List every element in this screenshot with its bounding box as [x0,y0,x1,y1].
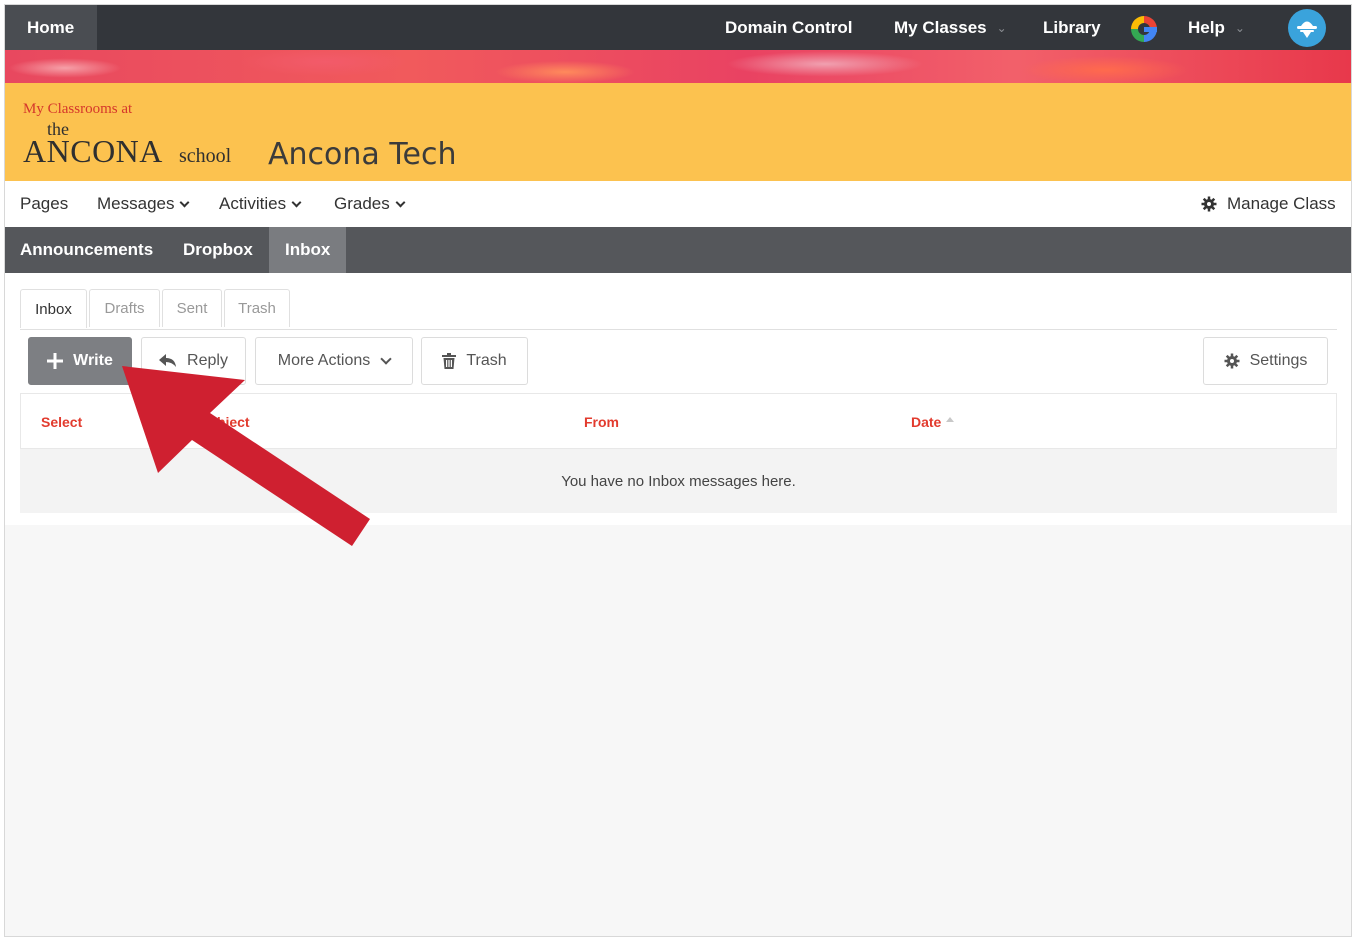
chevron-down-icon [395,197,406,207]
my-classes-menu[interactable]: My Classes ⌄ [894,5,1007,50]
class-title[interactable]: Ancona Tech [268,137,457,172]
tab-inbox-label: Inbox [35,300,72,318]
column-subject-label: Subject [199,414,250,430]
logo-caption: My Classrooms at [23,101,133,117]
column-subject[interactable]: Subject [199,394,250,450]
tab-sent-label: Sent [176,300,208,317]
class-nav: Pages Messages Activities Grades Manage … [5,181,1351,227]
tab-divider [20,329,1337,330]
decorative-banner [5,50,1351,83]
reply-button[interactable]: Reply [141,337,246,385]
message-table-header: Select Subject From Date [20,393,1337,449]
trash-label: Trash [466,352,507,369]
plus-icon [47,353,64,369]
nav-activities-label: Activities [219,194,287,213]
inbox-panel: Inbox Drafts Sent Trash Write Reply More… [5,273,1351,525]
subnav-dropbox-label: Dropbox [183,240,253,259]
trash-button[interactable]: Trash [421,337,528,385]
home-label: Home [27,17,75,37]
chevron-down-icon [380,353,392,365]
settings-button[interactable]: Settings [1203,337,1328,385]
library-label: Library [1043,17,1101,37]
logo-ancona: ANCONA [23,133,163,169]
avatar-icon [1297,21,1317,38]
nav-activities[interactable]: Activities [219,181,302,227]
subnav-announcements-label: Announcements [20,240,154,259]
column-from-label: From [584,414,619,430]
empty-inbox-message: You have no Inbox messages here. [20,449,1337,513]
home-link[interactable]: Home [5,5,97,50]
gear-icon [1224,353,1240,369]
column-select[interactable]: Select [41,394,82,450]
subnav-dropbox[interactable]: Dropbox [183,227,253,273]
manage-class-link[interactable]: Manage Class [1201,181,1336,227]
nav-pages[interactable]: Pages [20,181,68,227]
help-menu[interactable]: Help ⌄ [1188,5,1245,50]
gear-icon [1201,196,1217,212]
trash-icon [442,353,457,369]
chevron-down-icon [291,197,302,207]
domain-control-link[interactable]: Domain Control [725,5,853,50]
tab-sent[interactable]: Sent [162,289,222,327]
sort-ascending-icon [946,417,955,422]
nav-messages[interactable]: Messages [97,181,190,227]
tab-trash[interactable]: Trash [224,289,290,327]
column-date-label: Date [911,414,942,430]
help-label: Help [1188,17,1225,37]
nav-grades[interactable]: Grades [334,181,406,227]
column-date[interactable]: Date [911,394,955,450]
tab-inbox[interactable]: Inbox [20,289,87,328]
nav-pages-label: Pages [20,194,69,213]
settings-label: Settings [1249,352,1308,369]
nav-grades-label: Grades [334,194,390,213]
write-label: Write [73,352,113,369]
column-select-label: Select [41,414,83,430]
more-actions-label: More Actions [277,352,371,369]
more-actions-dropdown[interactable]: More Actions [255,337,413,385]
empty-inbox-text: You have no Inbox messages here. [561,472,796,490]
sub-nav: Announcements Dropbox Inbox [5,227,1351,273]
reply-label: Reply [187,352,228,369]
subnav-inbox-label: Inbox [285,240,331,259]
reply-icon [159,354,177,368]
chevron-down-icon: ⌄ [996,20,1007,35]
tab-drafts[interactable]: Drafts [89,289,160,327]
subnav-announcements[interactable]: Announcements [20,227,153,273]
app-frame: Home Domain Control My Classes ⌄ Library … [4,4,1352,937]
library-link[interactable]: Library [1043,5,1101,50]
tab-drafts-label: Drafts [104,300,145,317]
chevron-down-icon [180,197,190,207]
top-navbar: Home Domain Control My Classes ⌄ Library … [5,5,1351,50]
chevron-down-icon: ⌄ [1234,20,1245,35]
nav-messages-label: Messages [97,194,175,213]
column-from[interactable]: From [584,394,619,450]
user-avatar[interactable] [1288,9,1326,47]
domain-control-label: Domain Control [725,17,853,37]
google-icon[interactable] [1131,16,1157,42]
subnav-inbox[interactable]: Inbox [269,227,347,273]
my-classes-label: My Classes [894,17,987,37]
manage-class-label: Manage Class [1227,194,1336,213]
class-header: My Classrooms at the ANCONA school Ancon… [5,83,1351,181]
write-button[interactable]: Write [28,337,132,385]
tab-trash-label: Trash [238,300,276,317]
logo-school: school [179,145,232,167]
